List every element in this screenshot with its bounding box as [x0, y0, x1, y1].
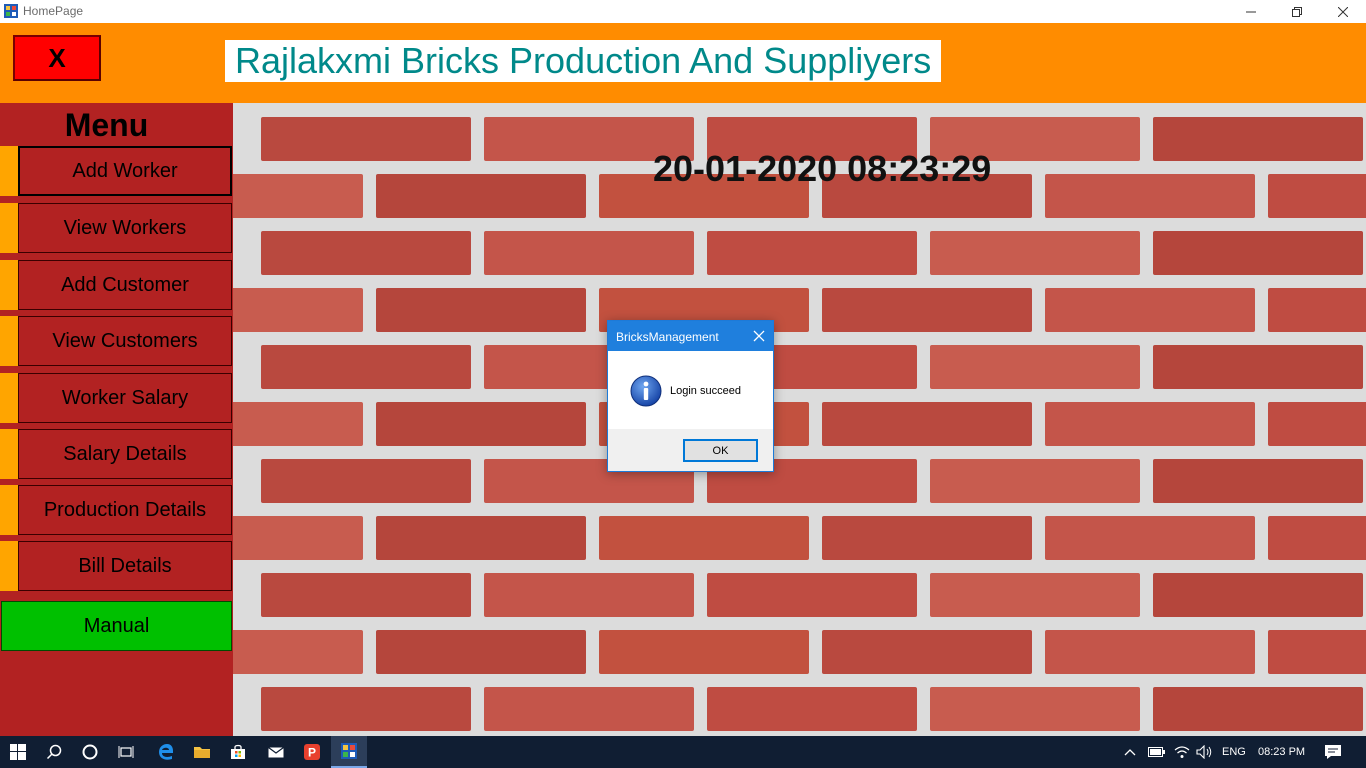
window-title: HomePage [23, 4, 84, 18]
message-dialog: BricksManagement Login succeed OK [607, 320, 774, 472]
proxy-app-icon: P [304, 744, 320, 760]
taskbar: P ENG 08:23 PM [0, 736, 1366, 768]
info-icon [630, 375, 662, 407]
notification-icon [1325, 745, 1341, 759]
task-view-button[interactable] [108, 736, 144, 768]
battery-status[interactable] [1148, 736, 1166, 768]
start-button[interactable] [0, 736, 36, 768]
close-icon [1338, 6, 1348, 17]
show-hidden-icons-button[interactable] [1124, 736, 1136, 768]
windows-icon [10, 744, 26, 760]
sidebar-item-salary-details[interactable]: Salary Details [0, 429, 233, 479]
app-taskbar-button[interactable]: P [294, 736, 330, 768]
menu-accent [0, 429, 18, 479]
volume-icon [1196, 745, 1212, 759]
taskbar-clock[interactable]: 08:23 PM [1258, 736, 1305, 768]
menu-accent [0, 373, 18, 423]
brick-pattern [233, 117, 1366, 731]
cortana-button[interactable] [72, 736, 108, 768]
ok-button[interactable]: OK [683, 439, 758, 462]
menu-accent [0, 146, 18, 196]
production-details-button[interactable]: Production Details [18, 485, 232, 535]
dialog-title: BricksManagement [616, 330, 719, 344]
cortana-icon [82, 744, 98, 760]
dialog-close-button[interactable] [749, 326, 769, 346]
edge-taskbar-button[interactable] [148, 736, 184, 768]
network-status[interactable] [1174, 736, 1190, 768]
sidebar-item-add-worker[interactable]: Add Worker [0, 146, 233, 196]
input-language[interactable]: ENG [1222, 736, 1246, 768]
dialog-body: Login succeed [608, 351, 773, 429]
header-bar: X Rajlakxmi Bricks Production And Suppli… [0, 23, 1366, 103]
exit-button[interactable]: X [13, 35, 101, 81]
manual-button[interactable]: Manual [1, 601, 232, 651]
minimize-button[interactable] [1228, 0, 1274, 23]
menu-title: Menu [64, 107, 149, 143]
add-worker-button[interactable]: Add Worker [18, 146, 232, 196]
sidebar-item-bill-details[interactable]: Bill Details [0, 541, 233, 591]
task-view-icon [118, 746, 134, 758]
app-icon [4, 4, 18, 18]
volume-control[interactable] [1196, 736, 1214, 768]
winforms-app-icon [341, 743, 357, 759]
sidebar-item-worker-salary[interactable]: Worker Salary [0, 373, 233, 423]
sidebar-item-view-workers[interactable]: View Workers [0, 203, 233, 253]
search-icon [46, 744, 62, 760]
wifi-icon [1174, 746, 1190, 758]
mail-button[interactable] [258, 736, 294, 768]
add-customer-button[interactable]: Add Customer [18, 260, 232, 310]
menu-accent [0, 260, 18, 310]
battery-icon [1148, 747, 1165, 757]
mail-icon [268, 747, 284, 758]
svg-text:P: P [308, 746, 316, 760]
edge-icon [159, 744, 173, 760]
view-customers-button[interactable]: View Customers [18, 316, 232, 366]
restore-icon [1292, 6, 1302, 17]
app-heading: Rajlakxmi Bricks Production And Suppliye… [225, 40, 942, 82]
window-titlebar: HomePage [0, 0, 1366, 23]
worker-salary-button[interactable]: Worker Salary [18, 373, 232, 423]
sidebar-item-add-customer[interactable]: Add Customer [0, 260, 233, 310]
sidebar-item-production-details[interactable]: Production Details [0, 485, 233, 535]
view-workers-button[interactable]: View Workers [18, 203, 232, 253]
minimize-icon [1246, 11, 1256, 12]
store-icon [231, 744, 245, 759]
close-window-button[interactable] [1320, 0, 1366, 23]
dialog-footer: OK [608, 429, 773, 471]
store-button[interactable] [220, 736, 256, 768]
salary-details-button[interactable]: Salary Details [18, 429, 232, 479]
chevron-up-icon [1124, 749, 1136, 756]
close-icon [753, 330, 765, 342]
file-explorer-button[interactable] [184, 736, 220, 768]
folder-icon [194, 747, 210, 758]
menu-accent [0, 203, 18, 253]
menu-accent [0, 316, 18, 366]
dialog-titlebar: BricksManagement [608, 321, 773, 351]
search-button[interactable] [36, 736, 72, 768]
action-center-button[interactable] [1324, 736, 1342, 768]
sidebar-item-view-customers[interactable]: View Customers [0, 316, 233, 366]
menu-accent [0, 541, 18, 591]
datetime-display: 20-01-2020 08:23:29 [653, 148, 992, 189]
bricks-app-taskbar-button[interactable] [331, 736, 367, 768]
brick-wall-background [233, 103, 1366, 736]
bill-details-button[interactable]: Bill Details [18, 541, 232, 591]
menu-accent [0, 485, 18, 535]
restore-button[interactable] [1274, 0, 1320, 23]
sidebar-menu: Menu Add Worker View Workers Add Custome… [0, 103, 233, 736]
dialog-message: Login succeed [670, 385, 741, 397]
